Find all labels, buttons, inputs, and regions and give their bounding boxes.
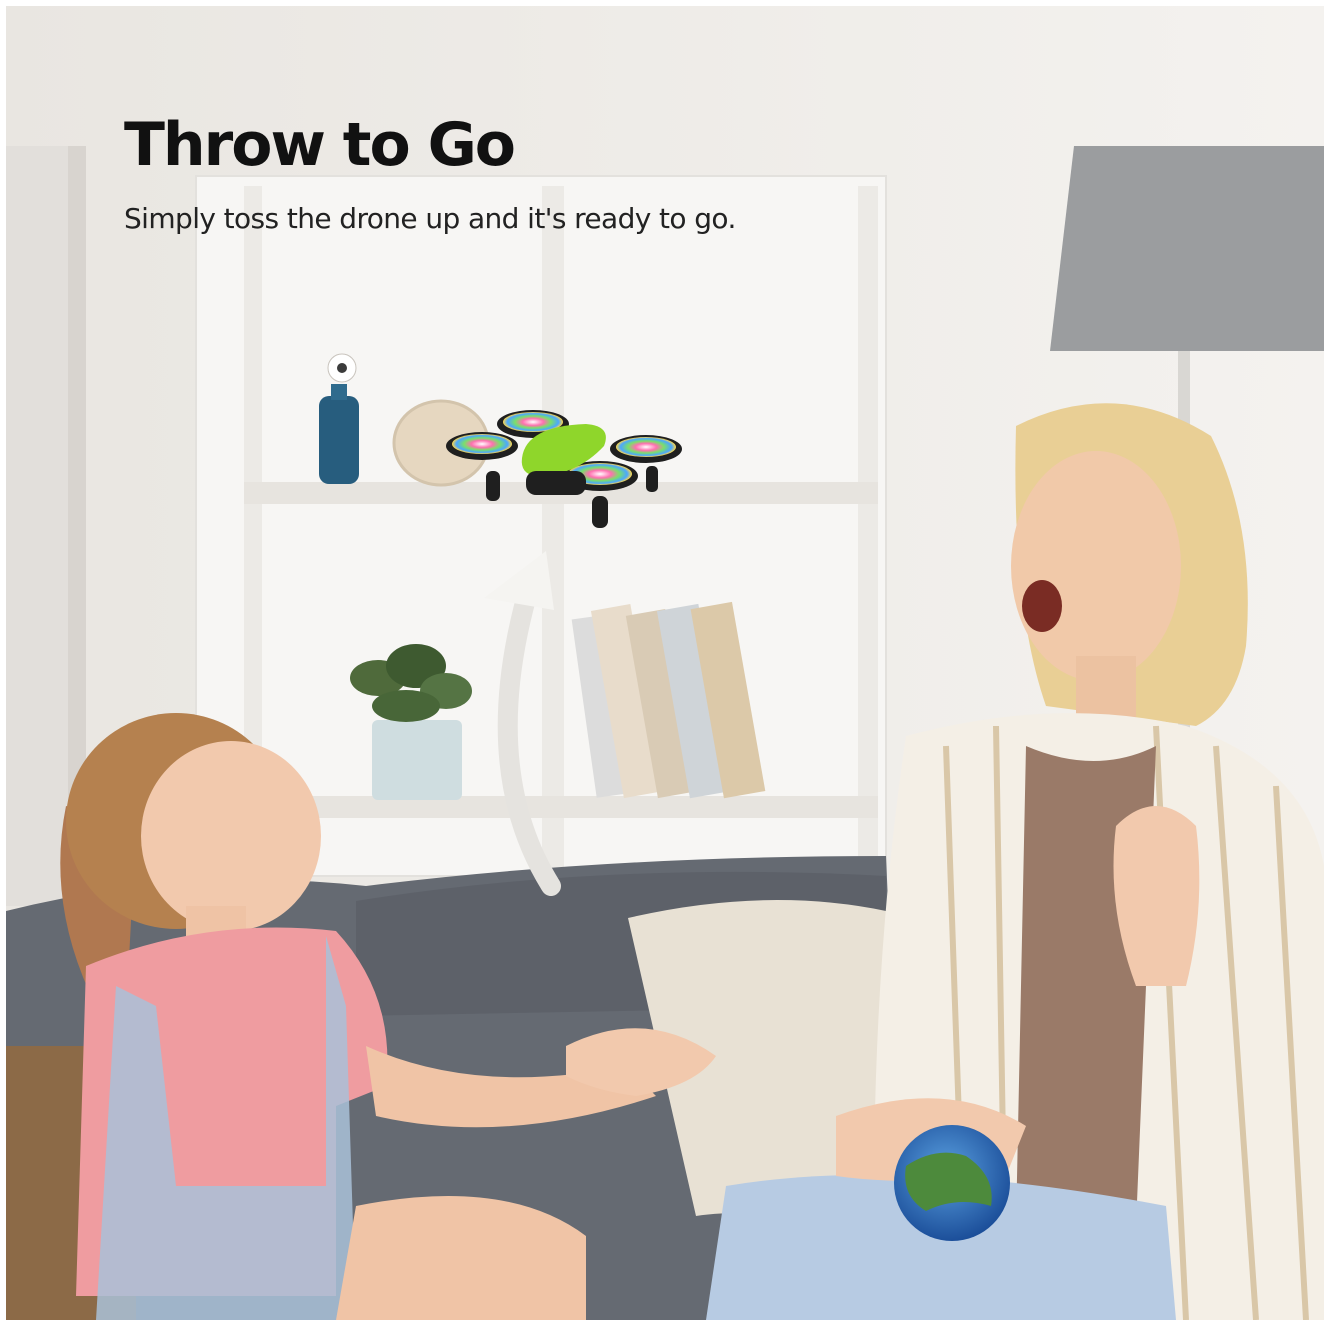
door-frame [6, 146, 68, 906]
books [571, 601, 766, 799]
headline: Throw to Go [124, 110, 516, 180]
product-image: Throw to Go Simply toss the drone up and… [6, 6, 1324, 1320]
bookshelf [195, 175, 887, 877]
ball [894, 1125, 1010, 1241]
subheadline: Simply toss the drone up and it's ready … [124, 202, 736, 235]
